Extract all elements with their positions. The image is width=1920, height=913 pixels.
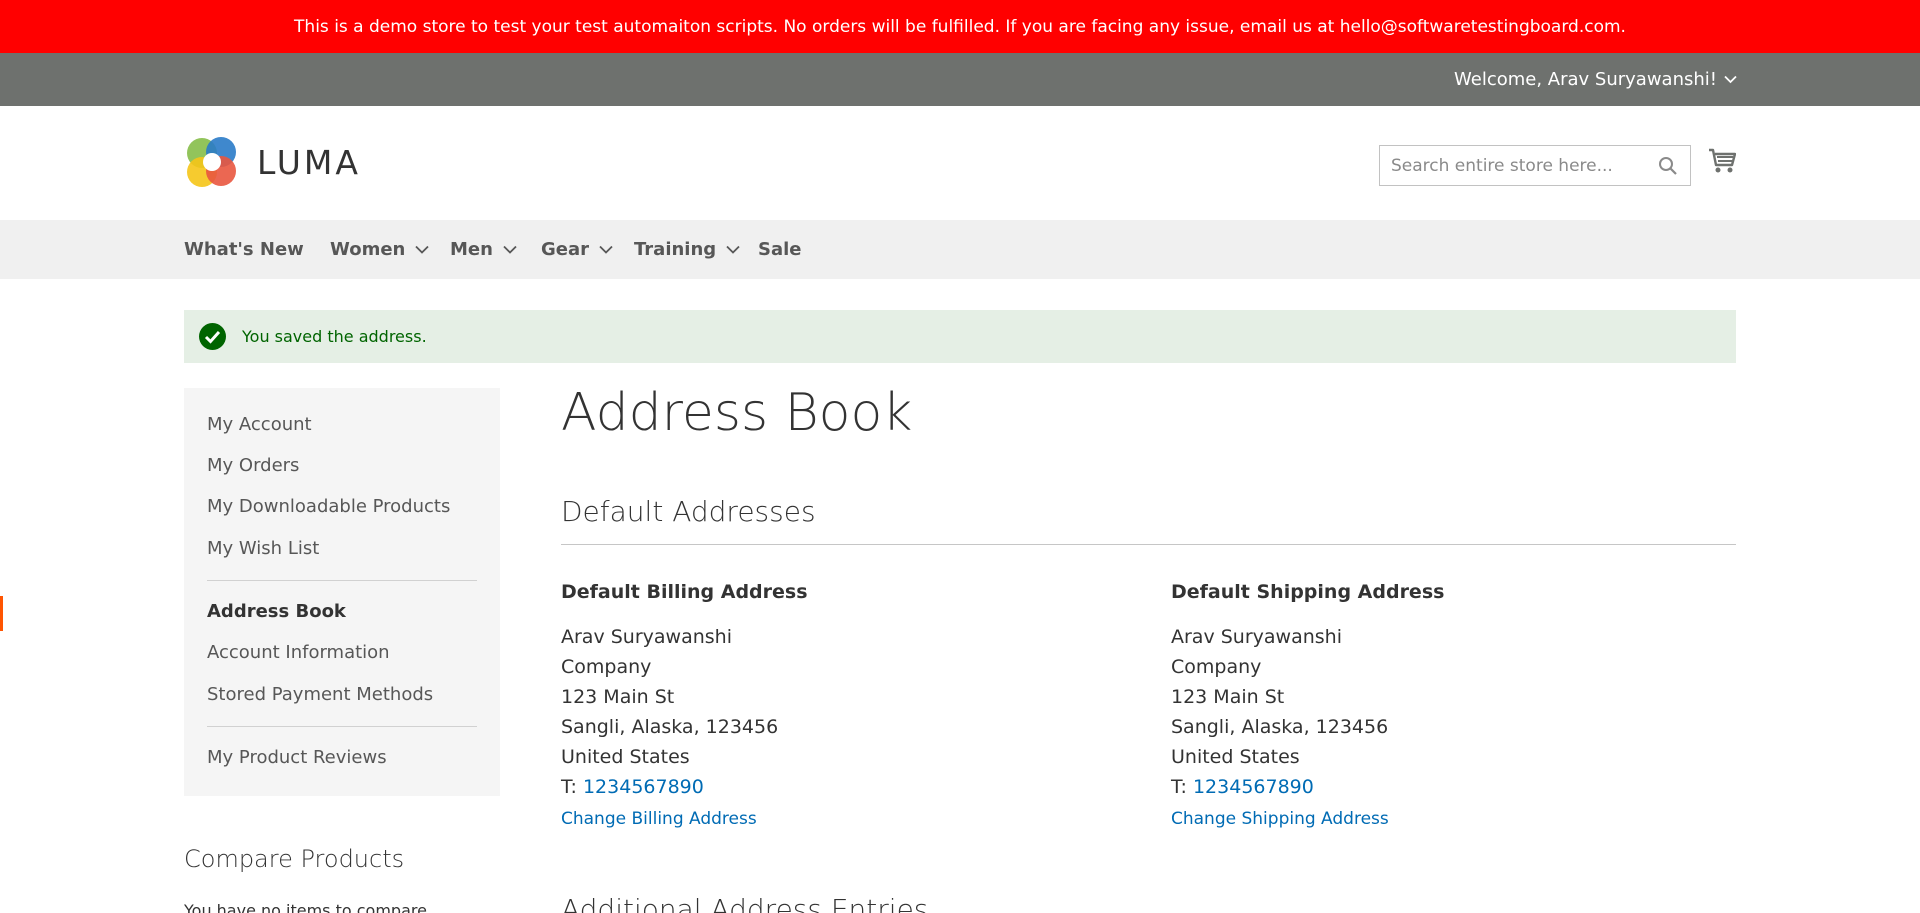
nav-item-label: Women: [330, 239, 406, 260]
shipping-city-line: Sangli, Alaska, 123456: [1171, 716, 1389, 738]
additional-addresses-title: Additional Address Entries: [561, 893, 929, 913]
nav-item-whats-new[interactable]: What's New: [184, 220, 304, 279]
main-navigation: What's New Women Men Gear Training Sale: [0, 220, 1920, 279]
nav-item-label: Gear: [541, 239, 590, 260]
sidebar-item-account-information[interactable]: Account Information: [207, 642, 390, 663]
sidebar-item-my-orders[interactable]: My Orders: [207, 455, 299, 476]
sidebar-item-my-account[interactable]: My Account: [207, 414, 312, 435]
nav-item-women[interactable]: Women: [330, 220, 429, 279]
shipping-phone-prefix: T:: [1171, 776, 1187, 798]
shipping-phone-line: T: 1234567890: [1171, 772, 1444, 802]
sidebar-item-address-book[interactable]: Address Book: [207, 601, 346, 622]
section-divider: [561, 544, 1736, 545]
billing-phone-prefix: T:: [561, 776, 577, 798]
nav-item-men[interactable]: Men: [450, 220, 517, 279]
billing-country: United States: [561, 746, 690, 768]
chevron-down-icon: [1724, 75, 1737, 84]
account-sidebar: My Account My Orders My Downloadable Pro…: [184, 388, 500, 796]
luma-logo-icon: [187, 137, 236, 187]
shipping-address-title: Default Shipping Address: [1171, 581, 1445, 603]
shipping-street: 123 Main St: [1171, 686, 1285, 708]
search-form: [1379, 145, 1691, 186]
cart-icon[interactable]: [1708, 147, 1736, 175]
store-logo[interactable]: LUMA: [184, 134, 361, 190]
nav-item-label: What's New: [184, 239, 304, 260]
compare-products-title: Compare Products: [184, 845, 405, 873]
nav-item-label: Sale: [758, 239, 802, 260]
nav-item-label: Men: [450, 239, 493, 260]
billing-address-title: Default Billing Address: [561, 581, 808, 603]
logo-wordmark: LUMA: [257, 142, 361, 182]
sidebar-divider: [207, 726, 477, 727]
sidebar-divider: [207, 580, 477, 581]
sidebar-item-my-product-reviews[interactable]: My Product Reviews: [207, 747, 387, 768]
shipping-address-lines: Arav Suryawanshi Company 123 Main St San…: [1171, 622, 1444, 802]
chevron-down-icon: [726, 245, 740, 254]
demo-notice-banner: This is a demo store to test your test a…: [0, 0, 1920, 53]
header-panel: Welcome, Arav Suryawanshi!: [0, 53, 1920, 106]
billing-phone-link[interactable]: 1234567890: [583, 776, 704, 798]
nav-item-gear[interactable]: Gear: [541, 220, 613, 279]
billing-city-line: Sangli, Alaska, 123456: [561, 716, 779, 738]
welcome-text: Welcome, Arav Suryawanshi!: [1454, 69, 1717, 90]
success-message: You saved the address.: [184, 310, 1736, 363]
shipping-phone-link[interactable]: 1234567890: [1193, 776, 1314, 798]
sidebar-item-my-wish-list[interactable]: My Wish List: [207, 538, 319, 559]
sidebar-active-marker: [0, 596, 3, 631]
nav-item-sale[interactable]: Sale: [758, 220, 802, 279]
search-icon[interactable]: [1658, 156, 1678, 176]
shipping-company: Company: [1171, 656, 1262, 678]
billing-company: Company: [561, 656, 652, 678]
change-shipping-address-link[interactable]: Change Shipping Address: [1171, 804, 1444, 834]
sidebar-item-stored-payment-methods[interactable]: Stored Payment Methods: [207, 684, 433, 705]
billing-phone-line: T: 1234567890: [561, 772, 808, 802]
page-title: Address Book: [561, 383, 913, 443]
shipping-country: United States: [1171, 746, 1300, 768]
chevron-down-icon: [503, 245, 517, 254]
default-billing-address-box: Default Billing Address Arav Suryawanshi…: [561, 579, 808, 834]
default-shipping-address-box: Default Shipping Address Arav Suryawansh…: [1171, 579, 1444, 834]
chevron-down-icon: [415, 245, 429, 254]
change-billing-address-link[interactable]: Change Billing Address: [561, 804, 808, 834]
nav-item-label: Training: [634, 239, 717, 260]
customer-welcome-menu[interactable]: Welcome, Arav Suryawanshi!: [1454, 53, 1737, 106]
billing-street: 123 Main St: [561, 686, 675, 708]
shipping-name: Arav Suryawanshi: [1171, 626, 1342, 648]
nav-item-training[interactable]: Training: [634, 220, 740, 279]
compare-products-empty: You have no items to compare.: [184, 901, 433, 913]
billing-name: Arav Suryawanshi: [561, 626, 732, 648]
search-input[interactable]: [1380, 146, 1650, 185]
billing-address-lines: Arav Suryawanshi Company 123 Main St San…: [561, 622, 808, 802]
success-message-text: You saved the address.: [242, 327, 427, 346]
checkmark-icon: [199, 323, 226, 350]
default-addresses-title: Default Addresses: [561, 495, 816, 528]
sidebar-item-my-downloadable-products[interactable]: My Downloadable Products: [207, 496, 450, 517]
chevron-down-icon: [599, 245, 613, 254]
